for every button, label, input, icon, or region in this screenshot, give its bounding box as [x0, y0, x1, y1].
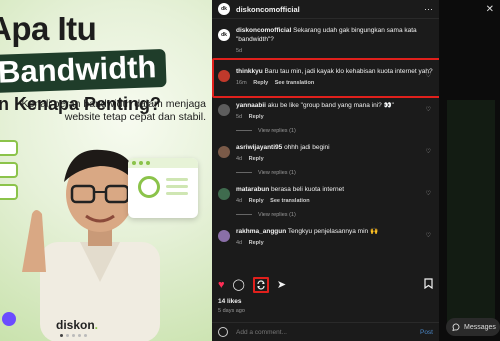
- comment-time: 5d: [236, 114, 243, 120]
- list-item: rakhma_anggun Tengkyu penjelasannya min …: [218, 228, 433, 248]
- comment-input[interactable]: [234, 327, 414, 337]
- reply-button[interactable]: Reply: [249, 198, 264, 204]
- comment-time: 4d: [236, 156, 243, 162]
- messages-button[interactable]: Messages: [446, 318, 500, 336]
- emoji-icon[interactable]: [218, 327, 228, 337]
- list-item: asriwijayanti95 ohhh jadi begini 4d Repl…: [218, 144, 433, 164]
- comment-text: ohhh jadi begini: [284, 143, 330, 151]
- avatar[interactable]: [218, 145, 230, 158]
- comment-username[interactable]: matarabun: [236, 186, 269, 193]
- post-header: dk diskoncomofficial ⋯: [212, 0, 439, 19]
- background-strip: ✕ Messages: [439, 0, 500, 341]
- comment-time: 4d: [236, 198, 243, 204]
- floating-badge: [2, 312, 16, 326]
- comment-text: Tengkyu penjelasannya min 🙌: [287, 227, 379, 235]
- comment-text: berasa beli kuota internet: [271, 185, 345, 193]
- carousel-indicator[interactable]: [60, 334, 87, 337]
- decor-tabs: [0, 140, 18, 206]
- browser-card: [128, 158, 198, 218]
- view-replies-button[interactable]: View replies (1): [236, 128, 433, 134]
- comments-panel: dk diskoncomofficial ⋯ dk diskoncomoffic…: [212, 0, 443, 341]
- view-replies-button[interactable]: View replies (1): [236, 170, 433, 176]
- caption: dk diskoncomofficial Sekarang udah gak b…: [218, 27, 433, 56]
- messenger-icon: [452, 323, 460, 331]
- like-comment-icon[interactable]: ♡: [426, 190, 431, 199]
- caption-time: 5d: [236, 48, 243, 54]
- list-item: yannaabii aku be like "group band yang m…: [218, 102, 433, 122]
- share-icon[interactable]: ➤: [277, 279, 286, 291]
- reply-button[interactable]: Reply: [249, 114, 264, 120]
- highlight-box: [212, 58, 443, 98]
- headline-line1: Apa Itu: [0, 10, 97, 47]
- post-button[interactable]: Post: [420, 329, 433, 336]
- avatar[interactable]: [218, 187, 230, 200]
- background-thumbnail: [447, 100, 495, 330]
- reply-button[interactable]: Reply: [249, 240, 264, 246]
- person-illustration: [22, 149, 160, 341]
- like-icon[interactable]: ♥: [218, 279, 225, 291]
- avatar[interactable]: [218, 103, 230, 116]
- globe-icon: [138, 176, 160, 198]
- see-translation-button[interactable]: See translation: [270, 198, 309, 204]
- caption-username[interactable]: diskoncomofficial: [236, 27, 291, 34]
- avatar[interactable]: dk: [218, 3, 230, 15]
- comment-time: 4d: [236, 240, 243, 246]
- comment-icon[interactable]: ◯: [233, 279, 245, 291]
- likes-count[interactable]: 14 likes: [218, 298, 242, 305]
- more-options-icon[interactable]: ⋯: [424, 4, 433, 15]
- comment-text: aku be like "group band yang mana ini? 👀…: [267, 101, 394, 109]
- like-comment-icon[interactable]: ♡: [426, 148, 431, 157]
- like-comment-icon[interactable]: ♡: [426, 106, 431, 115]
- lead-text: Kenali peran bandwidth dalam menjaga web…: [21, 98, 206, 123]
- comment-username[interactable]: asriwijayanti95: [236, 144, 282, 151]
- brand-logo: diskon.: [56, 318, 99, 332]
- like-comment-icon[interactable]: ♡: [426, 232, 431, 241]
- view-replies-button[interactable]: View replies (1): [236, 212, 433, 218]
- repost-icon[interactable]: [252, 277, 269, 293]
- comment-username[interactable]: yannaabii: [236, 102, 266, 109]
- list-item: matarabun berasa beli kuota internet 4d …: [218, 186, 433, 206]
- action-bar: ♥ ◯ ➤: [212, 276, 439, 294]
- headline-line2: Bandwidth: [0, 48, 168, 94]
- close-icon[interactable]: ✕: [486, 4, 494, 15]
- avatar[interactable]: dk: [218, 29, 230, 41]
- post-time: 5 days ago: [218, 308, 245, 314]
- post-username[interactable]: diskoncomofficial: [236, 5, 300, 14]
- reply-button[interactable]: Reply: [249, 156, 264, 162]
- comment-username[interactable]: rakhma_anggun: [236, 228, 286, 235]
- bookmark-icon[interactable]: [424, 278, 433, 292]
- post-image: Apa Itu Bandwidth an Kenapa Penting? Ken…: [0, 0, 212, 341]
- avatar[interactable]: [218, 229, 230, 242]
- add-comment-bar: Post: [212, 322, 439, 341]
